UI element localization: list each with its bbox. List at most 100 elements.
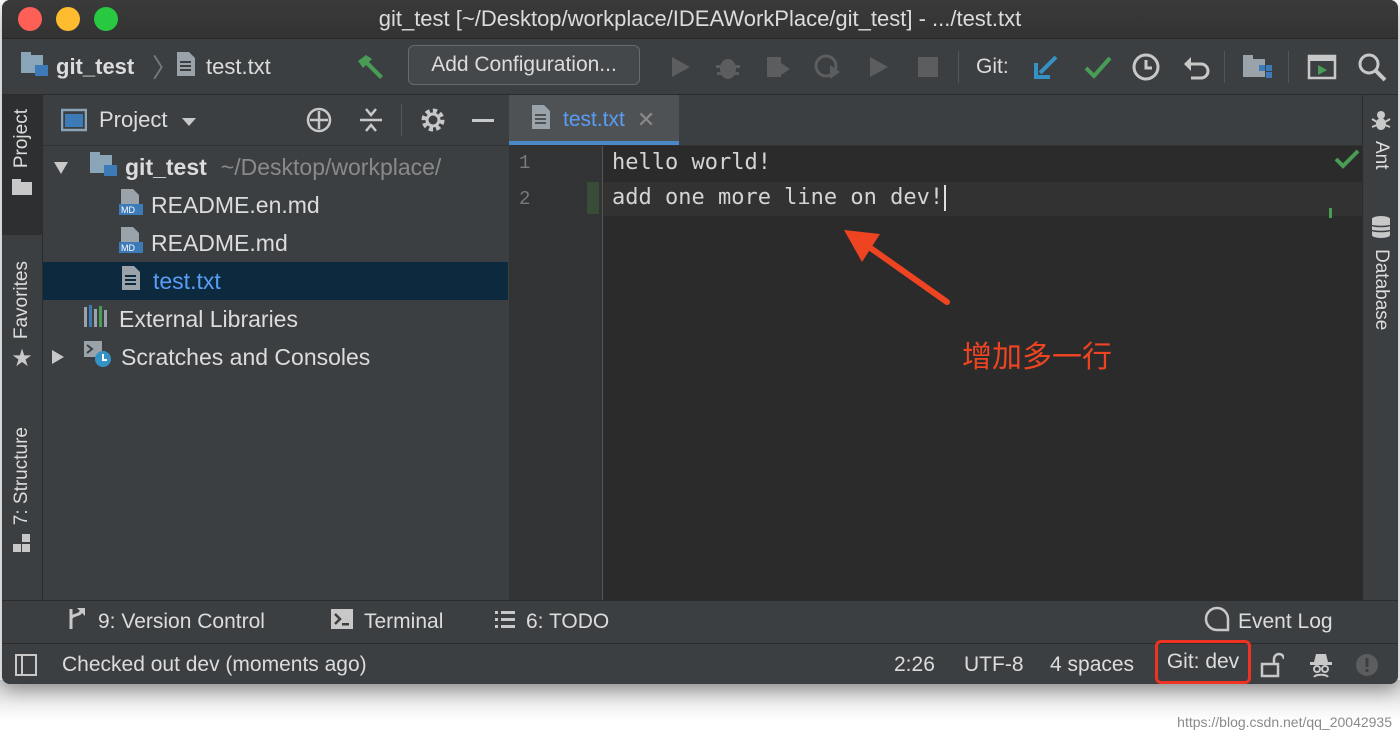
code-line: hello world! xyxy=(612,150,771,175)
stop-icon[interactable] xyxy=(912,51,944,83)
collapse-all-icon[interactable] xyxy=(355,104,387,136)
tree-item-libraries[interactable]: External Libraries xyxy=(43,300,508,338)
file-encoding[interactable]: UTF-8 xyxy=(964,644,1024,684)
watermark: https://blog.csdn.net/qq_20042935 xyxy=(1177,714,1392,730)
inspection-ok-check-icon[interactable] xyxy=(1334,148,1360,175)
indent-setting[interactable]: 4 spaces xyxy=(1050,644,1134,684)
markdown-file-icon: MD xyxy=(117,226,145,260)
structure-icon xyxy=(12,533,32,559)
inspector-hat-icon[interactable] xyxy=(1308,644,1334,684)
tree-item-label: README.en.md xyxy=(151,191,320,218)
version-control-tool-button[interactable]: 9: Version Control xyxy=(66,601,265,643)
profile-icon[interactable] xyxy=(812,51,844,83)
project-structure-icon[interactable] xyxy=(1242,51,1274,83)
scroll-marker xyxy=(1329,208,1332,218)
tree-item-label: test.txt xyxy=(153,267,221,294)
todo-tool-button[interactable]: 6: TODO xyxy=(494,601,609,643)
run-icon[interactable] xyxy=(664,51,696,83)
tree-item-scratches[interactable]: Scratches and Consoles xyxy=(43,338,508,376)
toolbar-divider xyxy=(1288,51,1289,83)
git-branch-widget[interactable]: Git: dev xyxy=(1155,640,1251,684)
right-tool-strip: Ant Database xyxy=(1362,95,1398,600)
ant-tool-tab[interactable]: Ant xyxy=(1363,109,1398,209)
locate-file-crosshair-icon[interactable] xyxy=(303,104,335,136)
active-tab-underline xyxy=(509,141,679,145)
presentation-mode-icon[interactable] xyxy=(1306,51,1338,83)
close-tab-icon[interactable]: ✕ xyxy=(637,107,655,133)
code-line: add one more line on dev! xyxy=(612,185,947,211)
breadcrumb-file[interactable]: test.txt xyxy=(176,39,271,94)
chevron-down-icon xyxy=(53,154,75,181)
git-toolbar-label: Git: xyxy=(976,54,1009,78)
event-log-tool-button[interactable]: Event Log xyxy=(1204,601,1333,643)
project-panel-header: Project xyxy=(43,95,508,146)
project-tool-label: Project xyxy=(11,109,32,169)
git-update-arrow-icon[interactable] xyxy=(1030,51,1062,83)
status-message[interactable]: Checked out dev (moments ago) xyxy=(62,644,367,684)
tree-item-root[interactable]: git_test ~/Desktop/workplace/ xyxy=(43,148,508,186)
favorites-tool-tab[interactable]: Favorites ★ xyxy=(2,261,42,401)
tree-item-label: External Libraries xyxy=(119,305,298,332)
svg-text:MD: MD xyxy=(121,205,135,215)
window-title: git_test [~/Desktop/workplace/IDEAWorkPl… xyxy=(378,6,1022,31)
terminal-label: Terminal xyxy=(364,610,444,633)
project-view-selector[interactable]: Project xyxy=(99,95,197,145)
list-icon xyxy=(494,609,516,635)
text-caret xyxy=(944,185,947,211)
add-configuration-button[interactable]: Add Configuration... xyxy=(408,45,640,85)
tree-item-path-hint: ~/Desktop/workplace/ xyxy=(220,153,442,180)
breadcrumb-project[interactable]: git_test xyxy=(20,39,134,94)
editor-tab-test-txt[interactable]: test.txt ✕ xyxy=(509,95,679,145)
gear-icon[interactable] xyxy=(417,104,449,136)
tree-item-file-selected[interactable]: test.txt xyxy=(43,262,508,300)
project-view-label: Project xyxy=(99,107,168,132)
text-file-icon xyxy=(121,265,141,297)
branch-icon xyxy=(66,607,88,637)
text-file-icon xyxy=(176,51,196,82)
terminal-icon xyxy=(330,608,354,636)
tool-window-bar: 9: Version Control Terminal 6: TODO Even… xyxy=(2,600,1398,643)
unlock-icon[interactable] xyxy=(1260,644,1284,684)
project-tool-tab[interactable]: Project xyxy=(2,95,42,235)
annotation-arrow xyxy=(844,230,950,305)
database-tool-tab[interactable]: Database xyxy=(1363,215,1398,355)
run-alt-icon[interactable] xyxy=(862,51,894,83)
database-tool-label: Database xyxy=(1371,249,1392,331)
line-number: 2 xyxy=(519,188,531,210)
git-rollback-icon[interactable] xyxy=(1180,51,1212,83)
panel-divider xyxy=(401,104,402,136)
git-history-clock-icon[interactable] xyxy=(1130,51,1162,83)
structure-tool-tab[interactable]: 7: Structure xyxy=(2,427,42,579)
caret-position[interactable]: 2:26 xyxy=(894,644,935,684)
ide-window: git_test [~/Desktop/workplace/IDEAWorkPl… xyxy=(2,0,1398,684)
project-panel: Project git_test ~/Desktop/workplace/ MD… xyxy=(43,95,508,600)
breadcrumb-separator: 〉 xyxy=(152,53,179,83)
toolbar-divider xyxy=(958,51,959,83)
search-icon[interactable] xyxy=(1356,51,1388,83)
favorites-tool-label: Favorites xyxy=(11,261,32,340)
chevron-right-icon xyxy=(51,344,83,371)
run-with-coverage-icon[interactable] xyxy=(762,51,794,83)
line-number-gutter: 1 2 xyxy=(509,146,603,600)
line-number: 1 xyxy=(519,152,531,174)
build-hammer-icon[interactable] xyxy=(354,51,386,83)
speech-bubble-icon xyxy=(1204,606,1230,638)
version-control-label: 9: Version Control xyxy=(98,610,265,633)
folder-icon xyxy=(11,178,33,202)
tree-item-file[interactable]: MD README.en.md xyxy=(43,186,508,224)
warning-indicator-icon[interactable] xyxy=(1354,644,1380,684)
git-commit-check-icon[interactable] xyxy=(1082,51,1114,83)
vcs-change-marker[interactable] xyxy=(587,182,599,214)
hide-panel-minus-icon[interactable] xyxy=(467,104,499,136)
tree-item-file[interactable]: MD README.md xyxy=(43,224,508,262)
navigation-toolbar: git_test 〉 test.txt Add Configuration... xyxy=(2,39,1398,95)
structure-tool-label: 7: Structure xyxy=(11,427,32,526)
debug-bug-icon[interactable] xyxy=(712,51,744,83)
tree-item-label: README.md xyxy=(151,229,288,256)
toggle-tool-windows-icon[interactable] xyxy=(14,644,38,684)
tree-item-label: git_test xyxy=(125,153,207,180)
ant-icon xyxy=(1370,109,1392,137)
breadcrumb-project-label: git_test xyxy=(56,53,135,79)
text-file-icon xyxy=(531,104,551,136)
terminal-tool-button[interactable]: Terminal xyxy=(330,601,443,643)
